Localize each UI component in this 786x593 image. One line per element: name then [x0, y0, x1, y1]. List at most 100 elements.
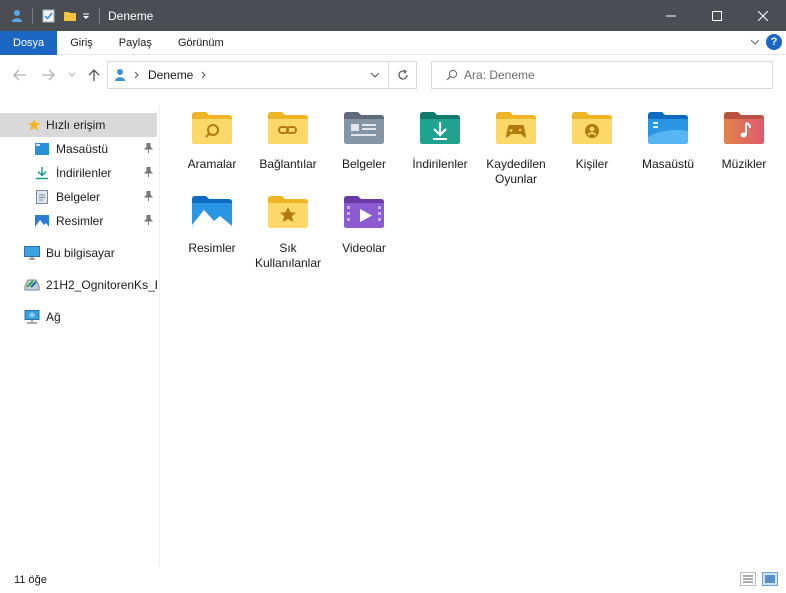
sidebar-item-quick-access[interactable]: Hızlı erişim [0, 113, 157, 137]
contacts-folder-icon [572, 112, 612, 144]
sidebar-item-downloads[interactable]: İndirilenler [0, 161, 157, 185]
expand-ribbon-icon[interactable] [750, 35, 760, 49]
maximize-button[interactable] [694, 0, 740, 31]
saved-games-folder-icon [496, 112, 536, 144]
folder-item[interactable]: Kaydedilen Oyunlar [478, 95, 554, 187]
documents-folder-icon [344, 112, 384, 144]
item-label: Resimler [188, 241, 236, 255]
tab-giris[interactable]: Giriş [57, 31, 106, 55]
item-label: Bağlantılar [259, 157, 317, 171]
star-icon [26, 117, 42, 133]
navigation-pane: Hızlı erişim Masaüstü İndirilenler Belge… [0, 105, 160, 567]
drive-icon [24, 277, 40, 293]
folder-item[interactable]: Videolar [326, 179, 402, 256]
large-icons-view-icon [765, 575, 775, 583]
sidebar-item-label: 21H2_OgnitorenKs_Ed [46, 278, 157, 292]
refresh-button[interactable] [389, 61, 417, 89]
back-arrow-icon[interactable] [12, 67, 28, 83]
folder-item[interactable]: İndirilenler [402, 95, 478, 172]
folder-item[interactable]: Kişiler [554, 95, 630, 172]
folder-item[interactable]: Masaüstü [630, 95, 706, 172]
file-list: Aramalar Bağlantılar Belgeler İndirilenl… [161, 95, 786, 567]
breadcrumb-deneme[interactable]: Deneme [148, 68, 193, 82]
item-label: Müzikler [721, 157, 767, 171]
sidebar-item-label: Ağ [46, 310, 61, 324]
new-folder-icon[interactable] [63, 9, 77, 23]
tab-paylas[interactable]: Paylaş [106, 31, 165, 55]
item-label: İndirilenler [412, 157, 468, 171]
recent-locations-icon[interactable] [64, 67, 80, 83]
details-view-button[interactable] [740, 572, 756, 586]
pin-icon[interactable] [143, 214, 154, 228]
close-button[interactable] [740, 0, 786, 31]
network-icon [24, 309, 40, 325]
sidebar-item-label: Resimler [56, 214, 104, 228]
sidebar-item-this-pc[interactable]: Bu bilgisayar [0, 241, 157, 265]
pictures-icon [34, 213, 50, 229]
address-dropdown-icon[interactable] [370, 72, 380, 78]
title-bar: Deneme [0, 0, 786, 31]
videos-folder-icon [344, 196, 384, 228]
status-bar: 11 öğe [0, 567, 786, 593]
sidebar-item-desktop[interactable]: Masaüstü [0, 137, 157, 161]
ribbon-tabs: Dosya Giriş Paylaş Görünüm ? [0, 30, 786, 55]
refresh-icon [397, 69, 408, 80]
address-bar[interactable]: Deneme [107, 61, 389, 89]
window-title: Deneme [108, 8, 154, 23]
sidebar-item-label: İndirilenler [56, 166, 112, 180]
sidebar-item-documents[interactable]: Belgeler [0, 185, 157, 209]
pin-icon[interactable] [143, 190, 154, 204]
user-folder-icon[interactable] [10, 9, 24, 23]
minimize-button[interactable] [648, 0, 694, 31]
folder-item[interactable]: Belgeler [326, 95, 402, 172]
search-placeholder: Ara: Deneme [464, 68, 535, 82]
favorites-folder-icon [268, 196, 308, 228]
computer-icon [24, 245, 40, 261]
details-view-icon [743, 575, 753, 583]
customize-toolbar-icon[interactable] [81, 9, 91, 23]
search-folder-icon [192, 112, 232, 144]
help-icon[interactable]: ? [766, 34, 782, 50]
breadcrumb-chevron-icon-2[interactable] [201, 71, 207, 79]
document-icon [34, 189, 50, 205]
item-label: Belgeler [341, 157, 387, 171]
item-label: Aramalar [187, 157, 237, 171]
item-label: Masaüstü [641, 157, 695, 171]
large-icons-view-button[interactable] [762, 572, 778, 586]
title-separator [32, 7, 33, 24]
up-arrow-icon[interactable] [86, 67, 102, 83]
pictures-folder-icon [192, 196, 232, 228]
folder-item[interactable]: Müzikler [706, 95, 782, 172]
search-icon [446, 69, 458, 81]
links-folder-icon [268, 112, 308, 144]
sidebar-item-network[interactable]: Ağ [0, 305, 157, 329]
title-separator-2 [99, 7, 100, 24]
close-icon [758, 10, 768, 21]
breadcrumb-chevron-icon[interactable] [134, 71, 140, 79]
address-row: Deneme Ara: Deneme [0, 55, 786, 95]
search-box[interactable]: Ara: Deneme [431, 61, 773, 89]
sidebar-item-drive[interactable]: 21H2_OgnitorenKs_Ed [0, 273, 157, 297]
pin-icon[interactable] [143, 166, 154, 180]
sidebar-item-pictures[interactable]: Resimler [0, 209, 157, 233]
folder-item[interactable]: Aramalar [174, 95, 250, 172]
ribbon-right: ? [750, 34, 782, 50]
maximize-icon [712, 10, 722, 21]
item-count: 11 öğe [14, 574, 47, 586]
forward-arrow-icon[interactable] [40, 67, 56, 83]
folder-item[interactable]: Resimler [174, 179, 250, 256]
item-label: Sık Kullanılanlar [254, 241, 322, 270]
music-folder-icon [724, 112, 764, 144]
user-icon [114, 68, 126, 82]
pin-icon[interactable] [143, 142, 154, 156]
folder-item[interactable]: Sık Kullanılanlar [250, 179, 326, 271]
desktop-icon [34, 141, 50, 157]
sidebar-item-label: Bu bilgisayar [46, 246, 115, 260]
folder-item[interactable]: Bağlantılar [250, 95, 326, 172]
tab-dosya[interactable]: Dosya [0, 30, 58, 55]
properties-icon[interactable] [41, 9, 55, 23]
tab-gorunum[interactable]: Görünüm [165, 31, 237, 55]
downloads-folder-icon [420, 112, 460, 144]
desktop-folder-icon [648, 112, 688, 144]
item-label: Kaydedilen Oyunlar [486, 157, 546, 186]
